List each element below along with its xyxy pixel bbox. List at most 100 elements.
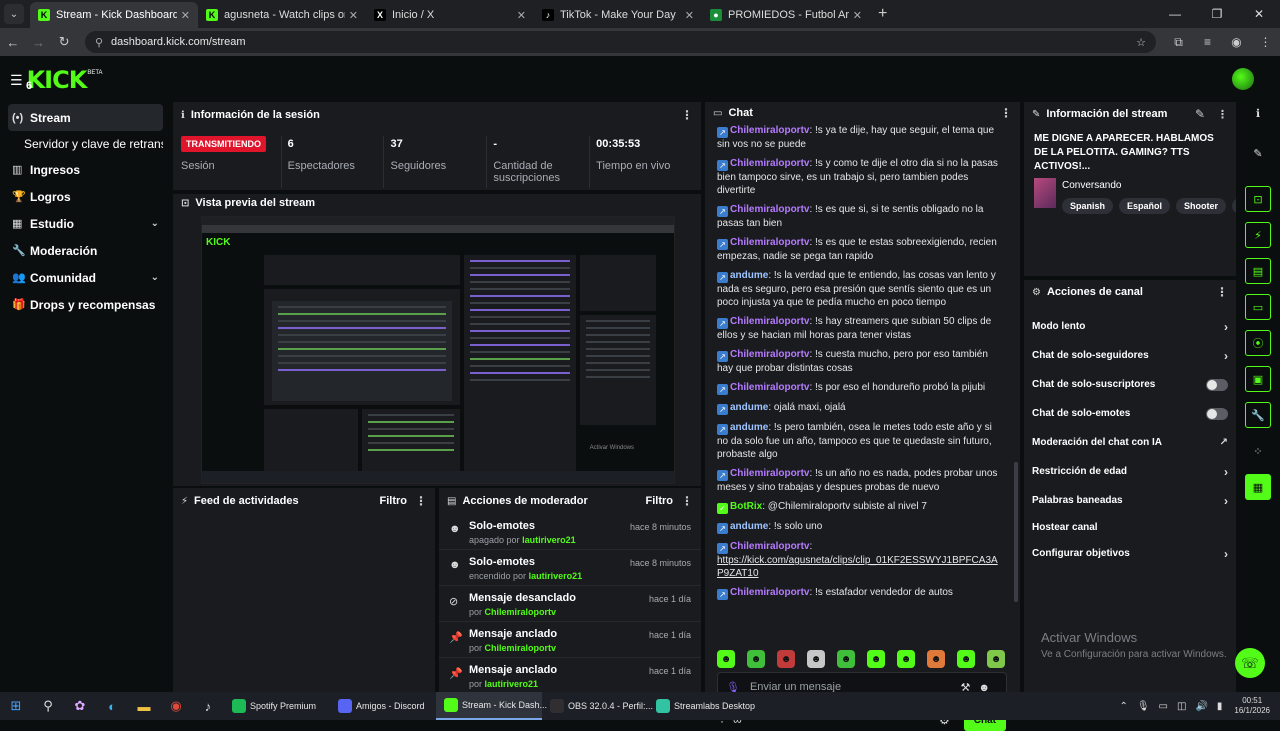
chat-username[interactable]: Chilemiraloportv bbox=[730, 382, 809, 393]
browser-tab[interactable]: ● PROMIEDOS - Futbol Argentino ✕ bbox=[702, 2, 870, 28]
display-icon[interactable]: ▭ bbox=[1159, 701, 1168, 712]
maximize-button[interactable]: ❐ bbox=[1196, 7, 1238, 21]
more-options-icon[interactable]: ⋮ bbox=[1216, 285, 1228, 299]
emote-icon[interactable]: ☻ bbox=[837, 650, 855, 668]
mod-action-item[interactable]: ⊘ Mensaje desanclado por Chilemiraloportv h… bbox=[439, 586, 701, 622]
tab-close-icon[interactable]: ✕ bbox=[685, 9, 694, 22]
minimize-button[interactable]: — bbox=[1154, 7, 1196, 21]
clock[interactable]: 00:51 16/1/2026 bbox=[1234, 696, 1270, 716]
more-options-icon[interactable]: ⋮ bbox=[1217, 108, 1228, 121]
chat-message[interactable]: ↗ Chilemiraloportv: !s cuesta mucho, pero… bbox=[717, 348, 1004, 375]
volume-icon[interactable]: 🔊 bbox=[1195, 701, 1207, 712]
channel-action-row[interactable]: Modo lento › bbox=[1024, 312, 1236, 341]
channel-action-row[interactable]: Moderación del chat con IA ↗ bbox=[1024, 428, 1236, 457]
sidebar-item-moderación[interactable]: 🔧 Moderación bbox=[8, 237, 163, 264]
chat-username[interactable]: andume bbox=[730, 521, 768, 532]
stream-tag[interactable]: chill bbox=[1232, 198, 1236, 214]
more-options-icon[interactable]: ⋮ bbox=[681, 108, 693, 122]
chat-username[interactable]: Chilemiraloportv bbox=[730, 587, 809, 598]
chat-message[interactable]: ↗ andume: !s la verdad que te entiendo, l… bbox=[717, 269, 1004, 309]
channel-action-row[interactable]: Chat de solo-emotes bbox=[1024, 399, 1236, 428]
sidebar-item-comunidad[interactable]: 👥 Comunidad ⌄ bbox=[8, 264, 163, 291]
chat-message[interactable]: ↗ Chilemiraloportv: !s por eso el hondure… bbox=[717, 381, 1004, 395]
search-icon[interactable]: ⚲ bbox=[32, 692, 64, 720]
chat-message[interactable]: ↗ Chilemiraloportv: !s y como te dije el … bbox=[717, 157, 1004, 197]
chat-username[interactable]: Chilemiraloportv bbox=[730, 541, 809, 552]
wrench-icon[interactable]: 🔧 bbox=[1245, 402, 1271, 428]
channel-action-row[interactable]: Restricción de edad › bbox=[1024, 457, 1236, 486]
back-icon[interactable]: ← bbox=[0, 35, 26, 50]
extensions-icon[interactable]: ⧉ bbox=[1164, 35, 1193, 50]
copilot-icon[interactable]: ✿ bbox=[64, 692, 96, 720]
sidebar-item-ingresos[interactable]: ▥ Ingresos bbox=[8, 156, 163, 183]
tab-close-icon[interactable]: ✕ bbox=[517, 9, 526, 22]
mod-action-item[interactable]: ☻ Solo-emotes apagado por lautirivero21 hac… bbox=[439, 514, 701, 550]
browser-tab[interactable]: X Inicio / X ✕ bbox=[366, 2, 534, 28]
user-avatar[interactable] bbox=[1232, 68, 1254, 90]
dots-icon[interactable]: ⁘ bbox=[1245, 438, 1271, 464]
chat-message[interactable]: ↗ Chilemiraloportv: !s ya te dije, hay qu… bbox=[717, 124, 1004, 151]
chat-username[interactable]: Chilemiraloportv bbox=[730, 316, 809, 327]
hamburger-menu-icon[interactable]: ☰ bbox=[10, 72, 23, 89]
mod-action-user[interactable]: lautirivero21 bbox=[522, 535, 576, 545]
channel-action-row[interactable]: Palabras baneadas › bbox=[1024, 486, 1236, 515]
emote-icon[interactable]: ☻ bbox=[777, 650, 795, 668]
chat-username[interactable]: Chilemiraloportv bbox=[730, 125, 809, 136]
help-chat-icon[interactable]: ☏ bbox=[1235, 648, 1265, 678]
mod-action-user[interactable]: lautirivero21 bbox=[485, 679, 539, 689]
more-options-icon[interactable]: ⋮ bbox=[415, 494, 427, 508]
network-icon[interactable]: ◫ bbox=[1177, 701, 1186, 712]
chat-message[interactable]: ↗ Chilemiraloportv: !s es que si, si te s… bbox=[717, 203, 1004, 230]
chat-username[interactable]: Chilemiraloportv bbox=[730, 158, 809, 169]
emote-icon[interactable]: ☻ bbox=[717, 650, 735, 668]
sidebar-item-drops[interactable]: 🎁 Drops y recompensas bbox=[8, 291, 163, 318]
mod-action-item[interactable]: 📌 Mensaje anclado por lautirivero21 hace 1 … bbox=[439, 658, 701, 692]
toggle-switch[interactable] bbox=[1206, 378, 1228, 391]
chat-scrollbar[interactable] bbox=[1014, 462, 1018, 602]
chat-link[interactable]: https://kick.com/agusneta/clips/clip_01K… bbox=[717, 555, 998, 579]
channel-action-row[interactable]: Hostear canal bbox=[1024, 515, 1236, 539]
pencil-icon[interactable]: ✎ bbox=[1245, 140, 1271, 166]
chat-message[interactable]: ↗ andume: !s pero también, osea le metes … bbox=[717, 421, 1004, 461]
tab-close-icon[interactable]: ✕ bbox=[349, 9, 358, 22]
chat-message[interactable]: ↗ Chilemiraloportv: !s hay streamers que … bbox=[717, 315, 1004, 342]
sidebar-item-logros[interactable]: 🏆 Logros bbox=[8, 183, 163, 210]
mod-action-item[interactable]: 📌 Mensaje anclado por Chilemiraloportv hace… bbox=[439, 622, 701, 658]
site-info-icon[interactable]: ⚲ bbox=[95, 36, 103, 49]
bolt-icon[interactable]: ⚡ bbox=[1245, 222, 1271, 248]
media-icon[interactable]: ≡ bbox=[1193, 35, 1222, 50]
emote-icon[interactable]: ☻ bbox=[747, 650, 765, 668]
emote-icon[interactable]: ☻ bbox=[807, 650, 825, 668]
stream-tag[interactable]: Español bbox=[1119, 198, 1171, 214]
chat-username[interactable]: andume bbox=[730, 270, 768, 281]
kick-logo[interactable]: ☰ KICK BETA 6 bbox=[10, 66, 103, 94]
chat-username[interactable]: Chilemiraloportv bbox=[730, 468, 809, 479]
chat-message[interactable]: ↗ Chilemiraloportv: !s estafador vendedor… bbox=[717, 586, 1004, 600]
filter-button[interactable]: Filtro bbox=[646, 495, 674, 507]
mic-tray-icon[interactable]: 🎙 bbox=[1137, 701, 1150, 712]
info-icon[interactable]: ℹ bbox=[1245, 100, 1271, 126]
mod-action-user[interactable]: lautirivero21 bbox=[529, 571, 583, 581]
focus-icon[interactable]: ⊡ bbox=[1245, 186, 1271, 212]
emote-icon[interactable]: ☻ bbox=[957, 650, 975, 668]
emote-icon[interactable]: ☻ bbox=[987, 650, 1005, 668]
windows-start-icon[interactable]: ⊞ bbox=[0, 692, 32, 720]
channel-action-row[interactable]: Chat de solo-suscriptores bbox=[1024, 370, 1236, 399]
chat-username[interactable]: Chilemiraloportv bbox=[730, 237, 809, 248]
tab-search-button[interactable]: ⌄ bbox=[4, 4, 24, 24]
toggle-switch[interactable] bbox=[1206, 407, 1228, 420]
tab-close-icon[interactable]: ✕ bbox=[181, 9, 190, 22]
chat-username[interactable]: andume bbox=[730, 422, 768, 433]
taskbar-app[interactable]: Spotify Premium bbox=[224, 692, 330, 720]
sidebar-item-estudio[interactable]: ▦ Estudio ⌄ bbox=[8, 210, 163, 237]
stream-preview-video[interactable]: KICK Activar Windows bbox=[201, 216, 675, 484]
channel-action-row[interactable]: Chat de solo-seguidores › bbox=[1024, 341, 1236, 370]
chat-message[interactable]: ↗ andume: !s solo uno bbox=[717, 520, 1004, 534]
channel-action-row[interactable]: Configurar objetivos › bbox=[1024, 539, 1236, 568]
sidebar-item-servidor[interactable]: Servidor y clave de retransmisión bbox=[8, 131, 163, 156]
filter-button[interactable]: Filtro bbox=[380, 495, 408, 507]
chat-message[interactable]: ↗ Chilemiraloportv: !s un año no es nada,… bbox=[717, 467, 1004, 494]
new-tab-button[interactable]: + bbox=[870, 5, 895, 28]
edit-icon[interactable]: ✎ bbox=[1195, 107, 1205, 121]
chat-username[interactable]: Chilemiraloportv bbox=[730, 349, 809, 360]
